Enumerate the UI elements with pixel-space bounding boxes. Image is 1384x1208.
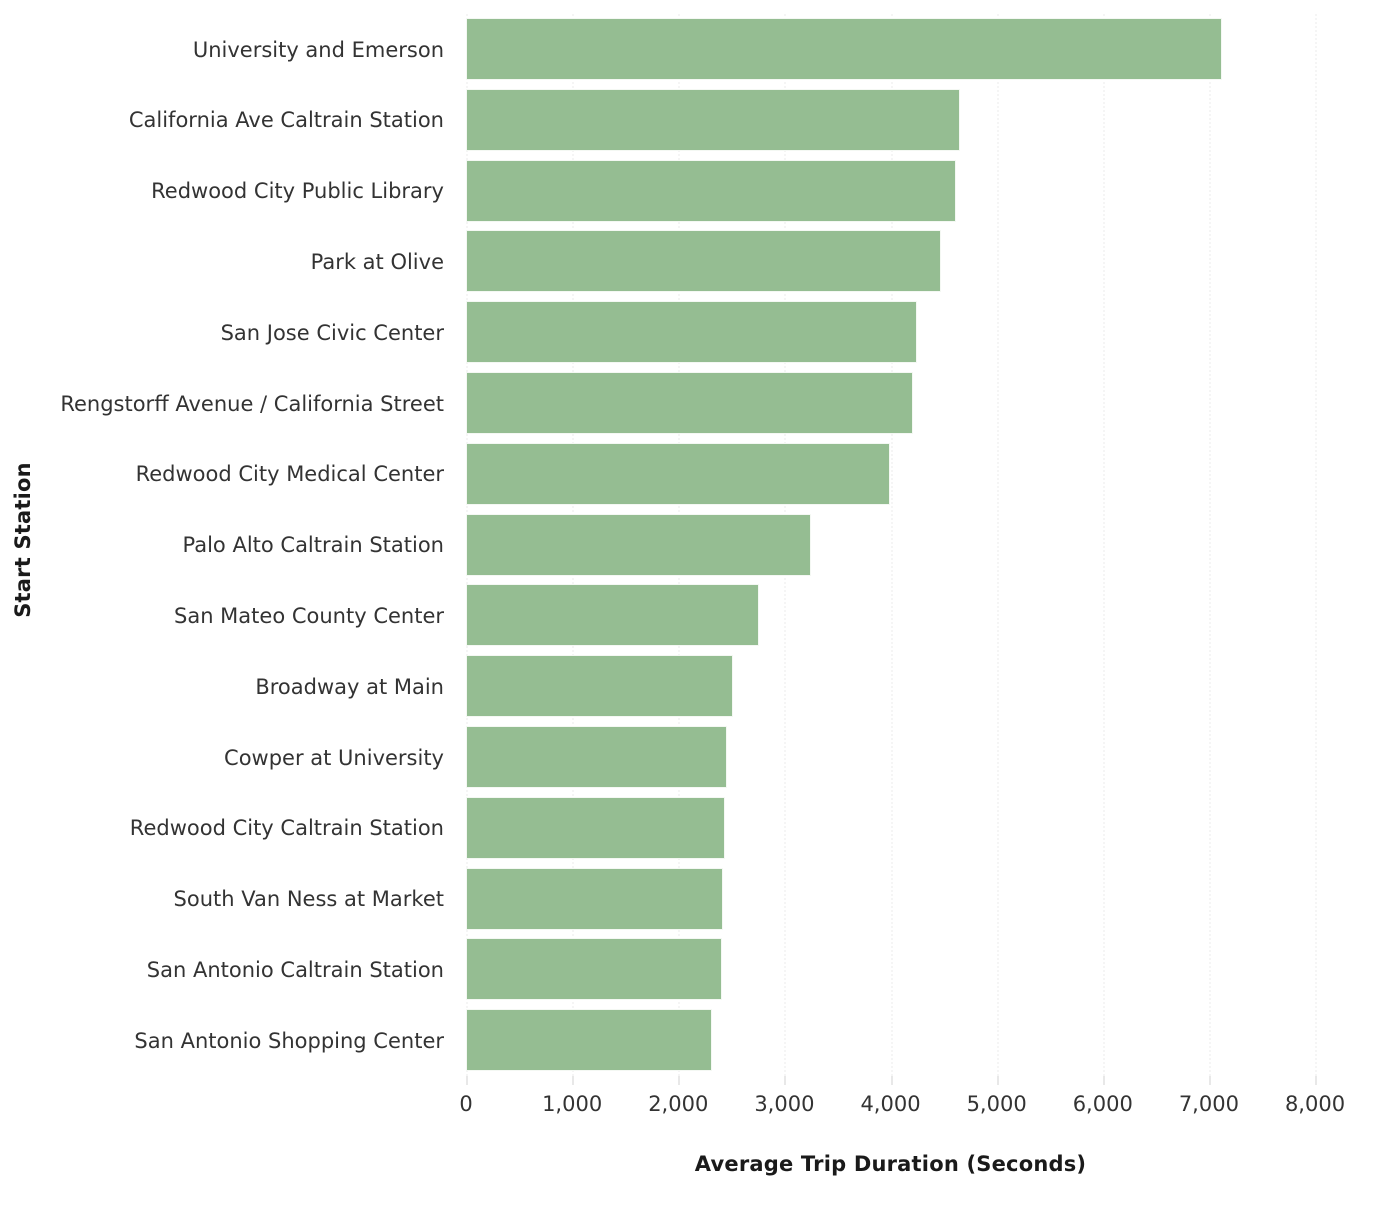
bar (466, 88, 961, 151)
bar-row (466, 864, 1384, 935)
x-axis-ticks: 0 1,000 2,000 3,000 4,000 5,000 6,000 7,000 8,00… (459, 1076, 1384, 1136)
x-tick-label: 6,000 (1072, 1092, 1133, 1116)
x-tick-mark (466, 1076, 468, 1085)
y-axis-tick-label: San Jose Civic Center (220, 320, 444, 345)
y-axis-tick-label: Redwood City Public Library (151, 179, 444, 204)
x-tick-label: 3,000 (754, 1092, 815, 1116)
x-tick-mark (1315, 1076, 1317, 1085)
x-tick-label: 5,000 (966, 1092, 1027, 1116)
bar (466, 655, 734, 718)
x-axis-title: Average Trip Duration (Seconds) (694, 1152, 1087, 1176)
y-axis-tick-label: Broadway at Main (255, 674, 444, 699)
bar (466, 159, 957, 222)
y-axis-tick-label: Park at Olive (310, 249, 444, 274)
x-tick-label: 2,000 (648, 1092, 709, 1116)
bar (466, 796, 726, 859)
bar (466, 584, 760, 647)
bar (466, 372, 914, 434)
bar-row (466, 651, 1384, 722)
y-axis-tick-label: Redwood City Medical Center (135, 462, 444, 487)
bar (466, 513, 812, 576)
y-axis-tick-label: San Mateo County Center (174, 603, 444, 628)
bar-row (466, 510, 1384, 581)
bar (466, 726, 728, 788)
x-tick-mark (784, 1076, 787, 1085)
y-axis-tick-label: South Van Ness at Market (173, 887, 444, 912)
x-tick-label: 7,000 (1178, 1092, 1239, 1116)
x-tick-label: 8,000 (1284, 1092, 1346, 1116)
x-tick-mark (1102, 1076, 1105, 1085)
bar-row (466, 580, 1384, 651)
x-tick-mark (1208, 1076, 1211, 1085)
bar (466, 938, 723, 1001)
bar (466, 301, 917, 364)
y-axis-tick-label: San Antonio Caltrain Station (146, 957, 444, 982)
bar-row (466, 85, 1384, 156)
bar-row (466, 934, 1384, 1005)
y-axis-title-text: Start Station (11, 462, 35, 618)
y-axis-tick-label: University and Emerson (192, 37, 444, 62)
y-axis-tick-label: Redwood City Caltrain Station (129, 816, 444, 841)
bar-row (466, 439, 1384, 510)
bar-row (466, 368, 1384, 439)
bar (466, 867, 724, 930)
bar-row (466, 297, 1384, 368)
x-tick-mark (996, 1076, 999, 1085)
bar-row (466, 1005, 1384, 1076)
bar-row (466, 722, 1384, 793)
bar (466, 230, 942, 293)
y-axis-tick-labels: University and Emerson California Ave Cal… (36, 14, 456, 1076)
x-tick-mark (890, 1076, 893, 1085)
bar-chart-figure: Start Station University and Emerson Cali… (0, 0, 1384, 1208)
y-axis-tick-label: Cowper at University (224, 745, 444, 770)
x-tick-mark (572, 1076, 575, 1085)
bar-row (466, 156, 1384, 227)
x-tick-mark (678, 1076, 681, 1085)
x-tick-label: 0 (459, 1092, 473, 1116)
y-axis-tick-label: California Ave Caltrain Station (128, 108, 444, 133)
x-tick-label: 1,000 (542, 1092, 603, 1116)
bar-row (466, 226, 1384, 297)
bar (466, 1009, 713, 1072)
bar-row (466, 14, 1384, 85)
y-axis-tick-label: San Antonio Shopping Center (134, 1028, 444, 1053)
y-axis-tick-label: Rengstorff Avenue / California Street (60, 391, 444, 416)
bar (466, 18, 1223, 80)
bar (466, 442, 891, 505)
y-axis-tick-label: Palo Alto Caltrain Station (182, 533, 445, 558)
x-tick-label: 4,000 (860, 1092, 921, 1116)
plot-area (466, 14, 1384, 1076)
bar-row (466, 793, 1384, 864)
